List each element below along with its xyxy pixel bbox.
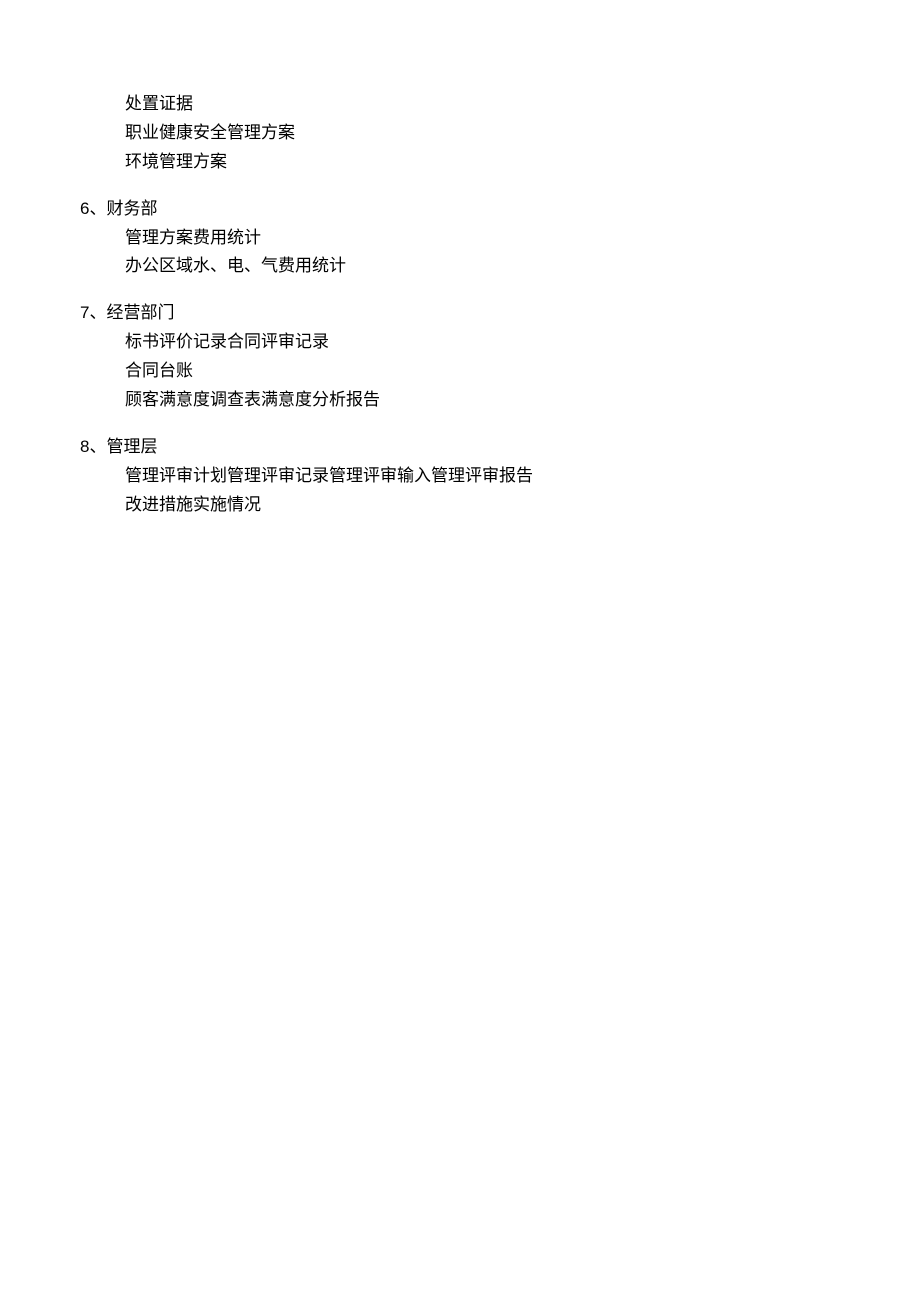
list-item: 顾客满意度调查表满意度分析报告 [125,386,920,415]
section-items: 管理评审计划管理评审记录管理评审输入管理评审报告 改进措施实施情况 [80,462,920,520]
section-items: 管理方案费用统计 办公区域水、电、气费用统计 [80,224,920,282]
list-item: 管理方案费用统计 [125,224,920,253]
section-number: 6、 [80,199,106,218]
section-items: 标书评价记录合同评审记录 合同台账 顾客满意度调查表满意度分析报告 [80,328,920,415]
list-item: 标书评价记录合同评审记录 [125,328,920,357]
section-management: 8、管理层 管理评审计划管理评审记录管理评审输入管理评审报告 改进措施实施情况 [80,433,920,520]
list-item: 环境管理方案 [125,148,920,177]
section-number: 7、 [80,303,106,322]
section-number: 8、 [80,437,106,456]
list-item: 处置证据 [125,90,920,119]
section-title: 财务部 [106,199,157,218]
orphan-section: 处置证据 职业健康安全管理方案 环境管理方案 [80,90,920,177]
list-item: 管理评审计划管理评审记录管理评审输入管理评审报告 [125,462,920,491]
list-item: 职业健康安全管理方案 [125,119,920,148]
section-title: 管理层 [106,437,157,456]
section-operations: 7、经营部门 标书评价记录合同评审记录 合同台账 顾客满意度调查表满意度分析报告 [80,299,920,415]
section-header: 8、管理层 [80,433,920,462]
section-finance: 6、财务部 管理方案费用统计 办公区域水、电、气费用统计 [80,195,920,282]
list-item: 合同台账 [125,357,920,386]
list-item: 改进措施实施情况 [125,491,920,520]
section-header: 6、财务部 [80,195,920,224]
section-title: 经营部门 [106,303,174,322]
section-header: 7、经营部门 [80,299,920,328]
list-item: 办公区域水、电、气费用统计 [125,252,920,281]
